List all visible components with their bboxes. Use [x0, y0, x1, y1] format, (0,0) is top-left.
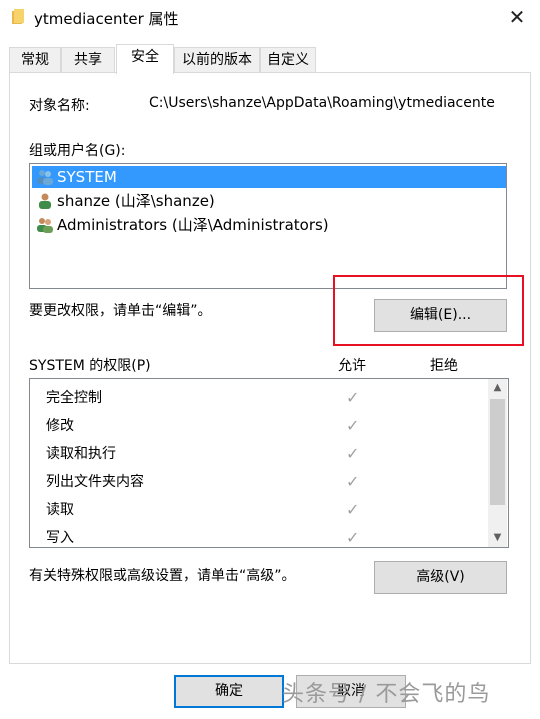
- object-name-value: C:\Users\shanze\AppData\Roaming\ytmediac…: [149, 95, 495, 111]
- permission-row: 读取 ✓: [46, 496, 486, 524]
- advanced-hint: 有关特殊权限或高级设置，请单击“高级”。: [29, 568, 296, 584]
- list-item-shanze[interactable]: shanze (山泽\shanze): [32, 190, 506, 212]
- permission-name: 修改: [46, 418, 74, 434]
- permission-name: 列出文件夹内容: [46, 474, 144, 490]
- folder-icon: [12, 9, 24, 24]
- allow-check-icon: ✓: [346, 444, 360, 463]
- tab-general[interactable]: 常规: [9, 47, 61, 73]
- advanced-button[interactable]: 高级(V): [374, 561, 507, 594]
- watermark: 头条号 / 不会飞的鸟: [282, 682, 491, 707]
- permission-row: 列出文件夹内容 ✓: [46, 468, 486, 496]
- permission-name: 读取和执行: [46, 446, 116, 462]
- permission-name: 完全控制: [46, 390, 102, 406]
- edit-hint: 要更改权限，请单击“编辑”。: [29, 303, 212, 319]
- allow-check-icon: ✓: [346, 528, 360, 547]
- highlight-box: [333, 275, 524, 346]
- tab-security[interactable]: 安全: [116, 44, 174, 74]
- allow-check-icon: ✓: [346, 416, 360, 435]
- window-title: ytmediacenter 属性: [34, 10, 179, 28]
- chevron-up-icon[interactable]: ▲: [488, 379, 507, 397]
- chevron-down-icon[interactable]: ▼: [488, 529, 507, 547]
- user-group-icon: [37, 170, 53, 185]
- permission-row: 读取和执行 ✓: [46, 440, 486, 468]
- deny-header: 拒绝: [430, 358, 458, 374]
- permissions-title: SYSTEM 的权限(P): [29, 358, 151, 374]
- permission-name: 读取: [46, 502, 74, 518]
- permission-row: 写入 ✓: [46, 524, 486, 547]
- allow-check-icon: ✓: [346, 388, 360, 407]
- list-item-label: shanze (山泽\shanze): [57, 192, 215, 210]
- list-item-label: SYSTEM: [57, 168, 117, 186]
- object-name-label: 对象名称:: [29, 98, 90, 114]
- list-item-label: Administrators (山泽\Administrators): [57, 216, 329, 234]
- user-group-icon: [37, 218, 53, 233]
- permissions-list[interactable]: 完全控制 ✓ 修改 ✓ 读取和执行 ✓ 列出文件夹内容 ✓ 读取 ✓ 写入 ✓ …: [29, 378, 509, 548]
- allow-check-icon: ✓: [346, 472, 360, 491]
- user-icon: [39, 193, 51, 209]
- group-list-label: 组或用户名(G):: [29, 143, 126, 159]
- scroll-thumb[interactable]: [490, 399, 505, 505]
- tab-previous-versions[interactable]: 以前的版本: [174, 47, 260, 73]
- close-icon[interactable]: ✕: [500, 2, 534, 34]
- permission-name: 写入: [46, 530, 74, 546]
- tab-customize[interactable]: 自定义: [260, 47, 316, 73]
- tab-sharing[interactable]: 共享: [61, 47, 115, 73]
- ok-button[interactable]: 确定: [174, 675, 284, 708]
- list-item-administrators[interactable]: Administrators (山泽\Administrators): [32, 214, 506, 236]
- allow-header: 允许: [338, 358, 366, 374]
- permission-row: 修改 ✓: [46, 412, 486, 440]
- group-user-list[interactable]: SYSTEM shanze (山泽\shanze) Administrators…: [29, 163, 507, 289]
- permission-row: 完全控制 ✓: [46, 384, 486, 412]
- allow-check-icon: ✓: [346, 500, 360, 519]
- list-item-system[interactable]: SYSTEM: [32, 166, 506, 188]
